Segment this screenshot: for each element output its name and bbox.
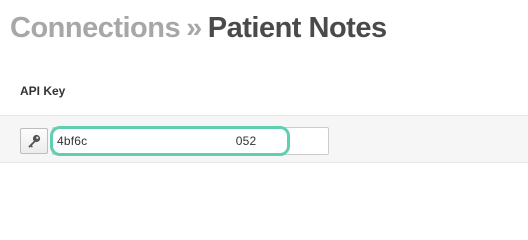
- api-key-field[interactable]: [52, 127, 329, 155]
- breadcrumb-current: Patient Notes: [207, 12, 387, 44]
- page-title: Connections» Patient Notes: [10, 8, 387, 48]
- page: Connections» Patient Notes API Key: [0, 0, 528, 204]
- key-icon: [26, 133, 42, 149]
- api-key-input[interactable]: [57, 128, 325, 154]
- api-key-label: API Key: [20, 84, 66, 98]
- key-button[interactable]: [20, 128, 48, 154]
- breadcrumb-separator: »: [186, 12, 202, 44]
- api-key-row: [0, 115, 528, 163]
- breadcrumb-connections[interactable]: Connections: [10, 12, 181, 44]
